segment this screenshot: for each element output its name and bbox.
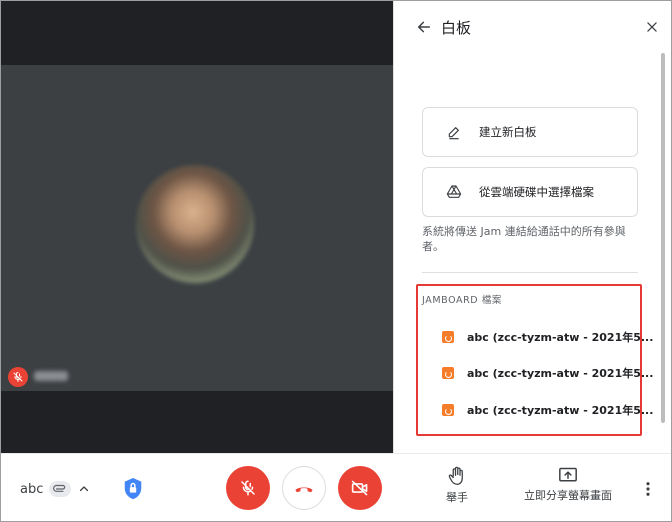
more-vert-icon: [646, 482, 650, 496]
jamboard-file-label: abc (zcc-tyzm-atw - 2021年5...: [467, 367, 654, 380]
raise-hand-button[interactable]: 舉手: [441, 466, 473, 505]
jamboard-file-item[interactable]: abc (zcc-tyzm-atw - 2021年5...: [442, 362, 653, 384]
jamboard-file-item[interactable]: abc (zcc-tyzm-atw - 2021年5...: [442, 326, 653, 348]
jamboard-icon: [442, 367, 454, 379]
choose-from-drive-label: 從雲端硬碟中選擇檔案: [479, 185, 594, 199]
close-icon: [647, 22, 657, 32]
close-button[interactable]: [640, 15, 664, 39]
panel-header: 白板: [394, 1, 671, 53]
camera-toggle-button[interactable]: [338, 466, 382, 510]
pencil-icon: [443, 121, 465, 143]
hang-up-icon: [295, 487, 313, 493]
jamboard-icon: [442, 331, 454, 343]
meeting-details-toggle[interactable]: [77, 482, 91, 496]
hand-icon: [448, 466, 463, 485]
bottom-control-bar: abc 舉手 立即分享螢幕畫面: [1, 453, 671, 521]
jamboard-files-heading: JAMBOARD 檔案: [422, 295, 503, 306]
mic-off-icon: [241, 480, 255, 496]
leave-call-button[interactable]: [282, 466, 326, 510]
video-area: [1, 1, 393, 453]
chevron-up-icon: [79, 486, 89, 492]
participant-name-blurred: [34, 371, 68, 381]
shield-lock-icon: [124, 478, 142, 500]
present-now-label: 立即分享螢幕畫面: [524, 489, 612, 502]
present-screen-icon: [559, 467, 577, 482]
jamboard-file-label: abc (zcc-tyzm-atw - 2021年5...: [467, 331, 654, 344]
panel-title: 白板: [441, 19, 472, 37]
choose-from-drive-button[interactable]: 從雲端硬碟中選擇檔案: [422, 167, 638, 217]
panel-divider: [422, 272, 638, 273]
arrow-back-icon: [417, 21, 431, 33]
meeting-code: abc: [20, 482, 44, 497]
mic-off-icon: [13, 372, 23, 382]
jam-link-note: 系統將傳送 Jam 連結給通話中的所有參與者。: [422, 225, 626, 253]
participant-tile: [1, 65, 393, 391]
host-controls-button[interactable]: [121, 476, 145, 502]
camera-off-icon: [351, 480, 368, 496]
panel-scrollbar[interactable]: [661, 53, 665, 423]
create-whiteboard-button[interactable]: 建立新白板: [422, 107, 638, 157]
participant-avatar: [136, 165, 254, 283]
raise-hand-label: 舉手: [446, 491, 468, 504]
attachment-chip[interactable]: [49, 481, 71, 497]
more-options-button[interactable]: [639, 478, 657, 500]
microphone-toggle-button[interactable]: [226, 466, 270, 510]
create-whiteboard-label: 建立新白板: [479, 125, 537, 139]
jamboard-icon: [442, 404, 454, 416]
google-drive-icon: [443, 181, 465, 203]
back-button[interactable]: [412, 15, 436, 39]
jamboard-file-label: abc (zcc-tyzm-atw - 2021年5...: [467, 404, 654, 417]
whiteboard-panel: 白板 建立新白板 從雲端硬碟中選擇檔案 系統將傳送 Jam 連結給通話中的所有參…: [393, 1, 671, 453]
jamboard-file-item[interactable]: abc (zcc-tyzm-atw - 2021年5...: [442, 399, 653, 421]
mic-muted-badge: [8, 367, 28, 387]
paperclip-icon: [53, 484, 66, 492]
meet-window: 白板 建立新白板 從雲端硬碟中選擇檔案 系統將傳送 Jam 連結給通話中的所有參…: [0, 0, 672, 522]
present-now-button[interactable]: 立即分享螢幕畫面: [523, 466, 613, 503]
